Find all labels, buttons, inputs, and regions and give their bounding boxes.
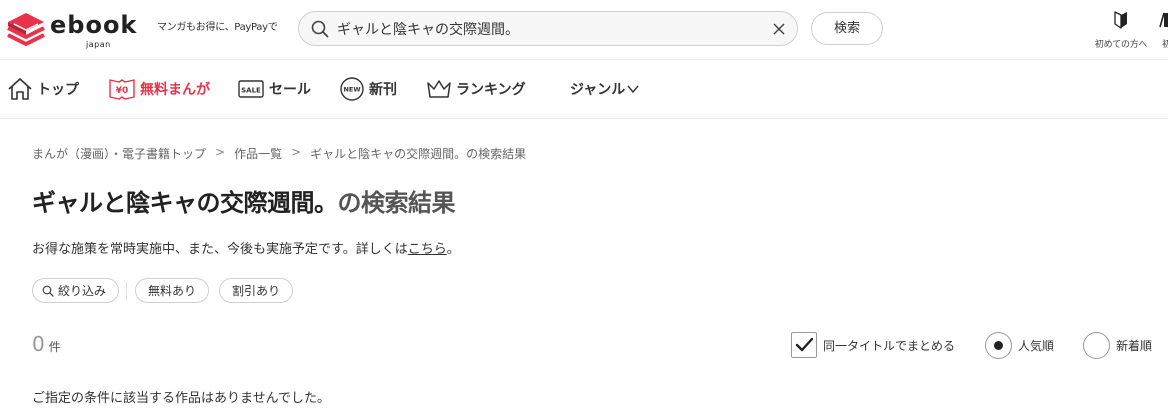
nav-genre[interactable]: ジャンル xyxy=(570,61,643,117)
logo-subtext: japan xyxy=(86,40,111,49)
radio-selected-dot xyxy=(994,340,1003,350)
breadcrumb-item-top[interactable]: まんが（漫画）・電子書籍トップ xyxy=(32,145,206,162)
free-yen-icon: ¥0 xyxy=(109,79,135,100)
nav-new-label: 新刊 xyxy=(369,82,397,98)
breadcrumb-item-works[interactable]: 作品一覧 xyxy=(234,145,282,162)
nav-sale-label: セール xyxy=(269,82,311,98)
checkmark-icon xyxy=(795,337,814,352)
page-title: ギャルと陰キャの交際週間。の検索結果 xyxy=(32,181,455,219)
account-icon[interactable] xyxy=(1158,11,1168,29)
notice-end: 。 xyxy=(446,242,460,257)
nav-free-manga[interactable]: ¥0 無料まんが xyxy=(108,61,210,117)
chevron-down-icon xyxy=(627,85,639,94)
new-badge-icon: NEW xyxy=(340,77,364,101)
sort-newest-label: 新着順 xyxy=(1116,338,1153,353)
beginner-guide-label: 初めての方へ xyxy=(1094,40,1148,50)
page-title-suffix: の検索結果 xyxy=(337,189,456,217)
search-icon xyxy=(311,20,329,38)
filter-free-chip[interactable]: 無料あり xyxy=(135,278,210,303)
page-title-query: ギャルと陰キャの交際週間。 xyxy=(32,189,338,217)
search-input[interactable] xyxy=(337,17,757,41)
free-yen-badge: ¥0 xyxy=(116,86,129,96)
result-count-unit: 件 xyxy=(48,340,61,354)
beginner-guide-link[interactable]: 初めての方へ xyxy=(1086,10,1156,54)
nav-sale[interactable]: SALE セール xyxy=(237,61,311,117)
filter-bar: 絞り込み 無料あり 割引あり xyxy=(32,278,294,303)
sort-newest-radio[interactable] xyxy=(1083,331,1110,359)
sort-popular-radio[interactable] xyxy=(985,331,1012,359)
nav-top[interactable]: トップ xyxy=(7,61,79,117)
notice-link[interactable]: こちら xyxy=(408,242,447,257)
main-nav: トップ ¥0 無料まんが SALE セール NEW 新刊 ランキング ジャンル xyxy=(0,61,1168,119)
notice-text: お得な施策を常時実施中、また、今後も実施予定です。詳しくは xyxy=(32,242,408,257)
new-badge: NEW xyxy=(343,86,360,94)
book-stack-logo-icon xyxy=(7,13,45,46)
nav-free-label: 無料まんが xyxy=(140,82,210,98)
sale-badge: SALE xyxy=(241,87,261,95)
home-icon xyxy=(8,78,32,100)
search-button[interactable]: 検索 xyxy=(811,12,883,45)
search-icon xyxy=(42,285,54,297)
same-title-label: 同一タイトルでまとめる xyxy=(823,338,956,353)
ebook-logo[interactable]: ebook japan xyxy=(4,8,154,52)
result-count: 0件 xyxy=(32,332,61,356)
beginner-mark-icon xyxy=(1114,11,1127,29)
crown-icon xyxy=(427,80,451,98)
empty-result-message: ご指定の条件に該当する作品はありませんでした。 xyxy=(32,391,330,406)
sort-popular-label: 人気順 xyxy=(1018,338,1055,353)
sort-popular-option[interactable]: 人気順 xyxy=(985,330,1054,360)
breadcrumb: まんが（漫画）・電子書籍トップ > 作品一覧 > ギャルと陰キャの交際週間。の検… xyxy=(32,145,526,162)
nav-ranking[interactable]: ランキング xyxy=(426,61,526,117)
search-box xyxy=(298,11,798,46)
nav-genre-label: ジャンル xyxy=(570,82,626,98)
breadcrumb-item-current: ギャルと陰キャの交際週間。の検索結果 xyxy=(310,147,527,161)
same-title-checkbox[interactable] xyxy=(791,332,817,358)
close-icon[interactable] xyxy=(772,22,786,36)
sale-tag-icon: SALE xyxy=(238,80,264,98)
header-tagline: マンガもお得に、PayPayで xyxy=(157,22,278,33)
narrow-down-button[interactable]: 絞り込み xyxy=(32,278,120,303)
nav-top-label: トップ xyxy=(37,82,79,98)
logo-wordmark: ebook xyxy=(50,11,138,39)
same-title-option[interactable]: 同一タイトルでまとめる xyxy=(791,330,955,360)
filter-divider xyxy=(126,281,128,300)
nav-ranking-label: ランキング xyxy=(456,82,526,98)
breadcrumb-separator: > xyxy=(291,145,302,159)
breadcrumb-separator: > xyxy=(215,145,226,159)
campaign-notice: お得な施策を常時実施中、また、今後も実施予定です。詳しくはこちら。 xyxy=(32,238,460,257)
site-header: ebook japan マンガもお得に、PayPayで 検索 初めての方へ 初 xyxy=(0,0,1168,60)
nav-new-release[interactable]: NEW 新刊 xyxy=(339,61,397,117)
result-count-number: 0 xyxy=(32,332,45,356)
filter-discount-chip[interactable]: 割引あり xyxy=(219,278,294,303)
narrow-down-label: 絞り込み xyxy=(58,284,107,298)
sort-newest-option[interactable]: 新着順 xyxy=(1083,330,1152,360)
account-label: 初 xyxy=(1162,40,1168,50)
